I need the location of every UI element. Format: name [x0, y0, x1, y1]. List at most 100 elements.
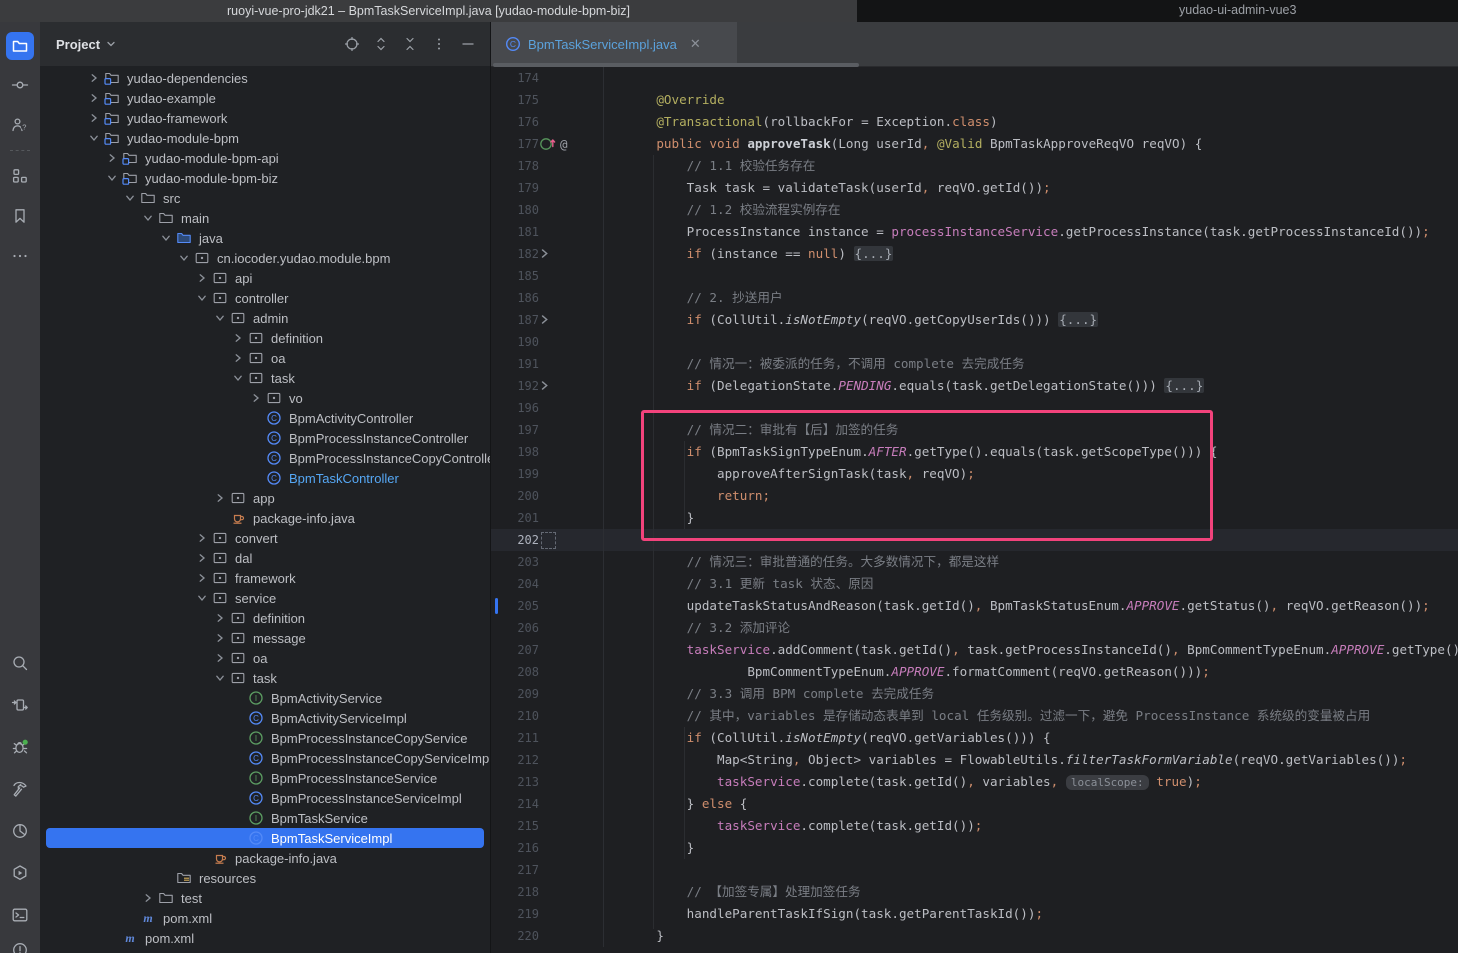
- chevron-right-icon[interactable]: [230, 350, 246, 366]
- hide-icon[interactable]: [460, 36, 476, 52]
- gutter[interactable]: 177@: [491, 133, 603, 155]
- tree-item-bpmprocessinstancecopyserviceimpl[interactable]: CBpmProcessInstanceCopyServiceImpl: [40, 748, 490, 768]
- code-editor[interactable]: 174 175 @Override176 @Transactional(roll…: [491, 67, 1458, 953]
- tree-item-pom-xml[interactable]: mpom.xml: [40, 908, 490, 928]
- chevron-down-icon[interactable]: [86, 130, 102, 146]
- chevron-right-icon[interactable]: [212, 650, 228, 666]
- gutter[interactable]: 185: [491, 265, 603, 287]
- locate-icon[interactable]: [344, 36, 360, 52]
- gutter[interactable]: 220: [491, 925, 603, 947]
- code-line-214[interactable]: 214 } else {: [491, 793, 1458, 815]
- pull-requests-icon[interactable]: ?: [6, 111, 34, 139]
- chevron-right-icon[interactable]: [194, 570, 210, 586]
- gutter[interactable]: 207: [491, 639, 603, 661]
- gutter[interactable]: 204: [491, 573, 603, 595]
- tree-item-bpmprocessinstancecopyservice[interactable]: IBpmProcessInstanceCopyService: [40, 728, 490, 748]
- tree-item-yudao-module-bpm-biz[interactable]: yudao-module-bpm-biz: [40, 168, 490, 188]
- bookmarks-icon[interactable]: [6, 202, 34, 230]
- gutter[interactable]: 175: [491, 89, 603, 111]
- chevron-right-icon[interactable]: [212, 490, 228, 506]
- tree-item-yudao-module-bpm[interactable]: yudao-module-bpm: [40, 128, 490, 148]
- gutter[interactable]: 218: [491, 881, 603, 903]
- gutter[interactable]: 212: [491, 749, 603, 771]
- gutter[interactable]: 215: [491, 815, 603, 837]
- gutter[interactable]: 208: [491, 661, 603, 683]
- gutter[interactable]: 176: [491, 111, 603, 133]
- code-line-179[interactable]: 179 Task task = validateTask(userId, req…: [491, 177, 1458, 199]
- gutter[interactable]: 214: [491, 793, 603, 815]
- code-line-203[interactable]: 203 // 情况三：审批普通的任务。大多数情况下，都是这样: [491, 551, 1458, 573]
- chevron-right-icon[interactable]: [86, 110, 102, 126]
- gutter[interactable]: 198: [491, 441, 603, 463]
- code-line-177[interactable]: 177@ public void approveTask(Long userId…: [491, 133, 1458, 155]
- gutter[interactable]: 181: [491, 221, 603, 243]
- gutter[interactable]: 216: [491, 837, 603, 859]
- code-line-178[interactable]: 178 // 1.1 校验任务存在: [491, 155, 1458, 177]
- gutter[interactable]: 202: [491, 529, 603, 551]
- chevron-down-icon[interactable]: [105, 38, 117, 50]
- project-panel-title[interactable]: Project: [56, 37, 100, 52]
- chevron-down-icon[interactable]: [140, 210, 156, 226]
- gutter[interactable]: 219: [491, 903, 603, 925]
- code-line-176[interactable]: 176 @Transactional(rollbackFor = Excepti…: [491, 111, 1458, 133]
- code-line-212[interactable]: 212 Map<String, Object> variables = Flow…: [491, 749, 1458, 771]
- structure-icon[interactable]: [6, 162, 34, 190]
- chevron-down-icon[interactable]: [104, 170, 120, 186]
- chevron-down-icon[interactable]: [212, 670, 228, 686]
- chevron-right-icon[interactable]: [230, 330, 246, 346]
- more-icon[interactable]: [6, 242, 34, 270]
- chevron-down-icon[interactable]: [176, 250, 192, 266]
- code-line-220[interactable]: 220 }: [491, 925, 1458, 947]
- tree-item-bpmactivitycontroller[interactable]: CBpmActivityController: [40, 408, 490, 428]
- code-line-186[interactable]: 186 // 2. 抄送用户: [491, 287, 1458, 309]
- tree-item-src[interactable]: src: [40, 188, 490, 208]
- tree-item-task[interactable]: task: [40, 668, 490, 688]
- gutter[interactable]: 179: [491, 177, 603, 199]
- tree-item-convert[interactable]: convert: [40, 528, 490, 548]
- code-line-187[interactable]: 187 if (CollUtil.isNotEmpty(reqVO.getCop…: [491, 309, 1458, 331]
- tree-item-controller[interactable]: controller: [40, 288, 490, 308]
- tree-item-bpmprocessinstancecopycontroller[interactable]: CBpmProcessInstanceCopyController: [40, 448, 490, 468]
- tree-item-yudao-module-bpm-api[interactable]: yudao-module-bpm-api: [40, 148, 490, 168]
- tree-item-package-info-java[interactable]: package-info.java: [40, 848, 490, 868]
- tree-item-message[interactable]: message: [40, 628, 490, 648]
- code-line-217[interactable]: 217: [491, 859, 1458, 881]
- gutter[interactable]: 206: [491, 617, 603, 639]
- tree-item-admin[interactable]: admin: [40, 308, 490, 328]
- chevron-right-icon[interactable]: [86, 70, 102, 86]
- tree-item-definition[interactable]: definition: [40, 608, 490, 628]
- chevron-right-icon[interactable]: [194, 550, 210, 566]
- in-out-icon[interactable]: [6, 691, 34, 719]
- services-icon[interactable]: [6, 859, 34, 887]
- gutter[interactable]: 199: [491, 463, 603, 485]
- code-line-182[interactable]: 182 if (instance == null) {...}: [491, 243, 1458, 265]
- problems-icon[interactable]: [6, 936, 34, 953]
- horizontal-scrollbar-thumb[interactable]: [493, 63, 859, 67]
- tree-item-cn-iocoder-yudao-module-bpm[interactable]: cn.iocoder.yudao.module.bpm: [40, 248, 490, 268]
- tree-item-yudao-framework[interactable]: yudao-framework: [40, 108, 490, 128]
- chevron-right-icon[interactable]: [212, 610, 228, 626]
- tree-item-pom-xml[interactable]: mpom.xml: [40, 928, 490, 948]
- code-line-206[interactable]: 206 // 3.2 添加评论: [491, 617, 1458, 639]
- code-line-207[interactable]: 207 taskService.addComment(task.getId(),…: [491, 639, 1458, 661]
- chevron-right-icon[interactable]: [140, 890, 156, 906]
- code-line-204[interactable]: 204 // 3.1 更新 task 状态、原因: [491, 573, 1458, 595]
- code-line-201[interactable]: 201 }: [491, 507, 1458, 529]
- gutter[interactable]: 196: [491, 397, 603, 419]
- build-icon[interactable]: [6, 775, 34, 803]
- tree-item-service[interactable]: service: [40, 588, 490, 608]
- chevron-right-icon[interactable]: [248, 390, 264, 406]
- code-line-218[interactable]: 218 // 【加签专属】处理加签任务: [491, 881, 1458, 903]
- tree-item-bpmprocessinstanceserviceimpl[interactable]: CBpmProcessInstanceServiceImpl: [40, 788, 490, 808]
- close-icon[interactable]: ✕: [690, 36, 701, 52]
- tree-item-bpmactivityservice[interactable]: IBpmActivityService: [40, 688, 490, 708]
- code-line-210[interactable]: 210 // 其中，variables 是存储动态表单到 local 任务级别。…: [491, 705, 1458, 727]
- gutter[interactable]: 182: [491, 243, 603, 265]
- search-icon[interactable]: [6, 649, 34, 677]
- gutter-icons[interactable]: [539, 375, 601, 397]
- tree-item-dal[interactable]: dal: [40, 548, 490, 568]
- code-line-181[interactable]: 181 ProcessInstance instance = processIn…: [491, 221, 1458, 243]
- code-line-213[interactable]: 213 taskService.complete(task.getId(), v…: [491, 771, 1458, 793]
- gutter[interactable]: 213: [491, 771, 603, 793]
- code-line-215[interactable]: 215 taskService.complete(task.getId());: [491, 815, 1458, 837]
